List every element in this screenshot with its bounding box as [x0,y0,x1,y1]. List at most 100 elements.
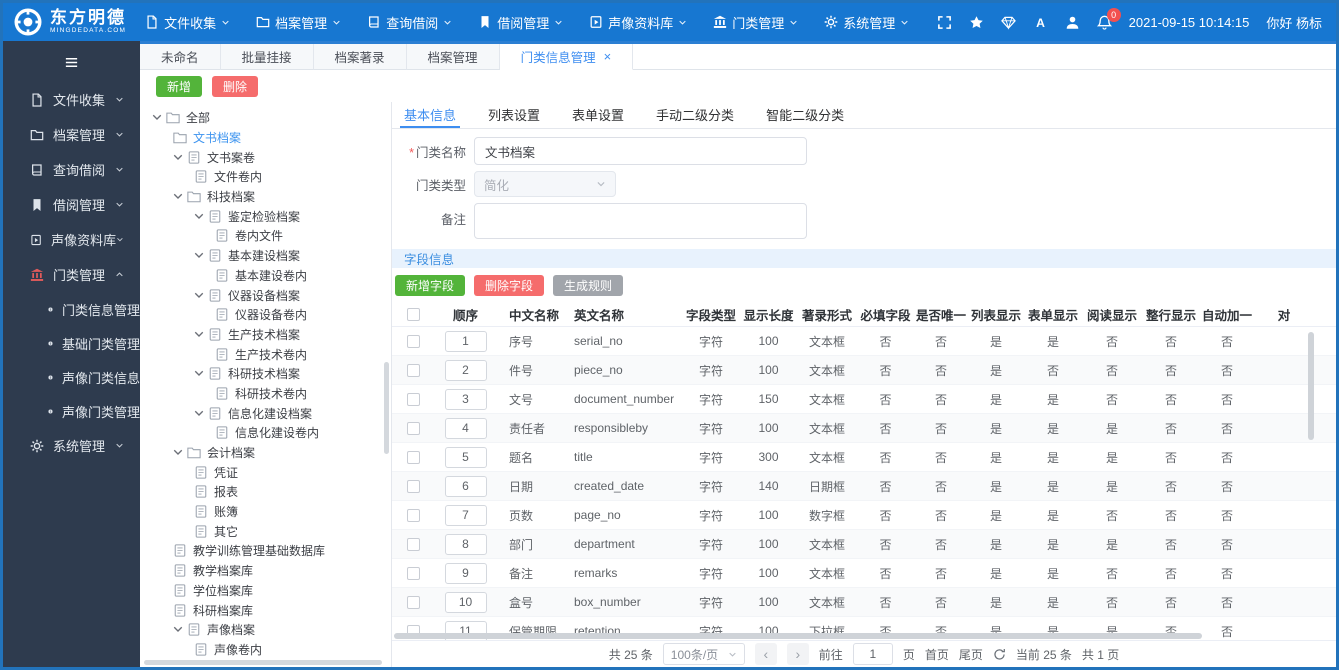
sidebar-subitem[interactable]: 声像门类信息 [3,360,140,394]
caret-down-icon[interactable] [171,192,185,201]
row-checkbox[interactable] [406,421,420,435]
tree-horizontal-scrollbar[interactable] [144,660,382,665]
detail-tab-基本信息[interactable]: 基本信息 [400,102,461,128]
notifications-button[interactable]: 0 [1096,7,1121,30]
sidebar-item[interactable]: 查询借阅 [3,152,140,187]
row-checkbox[interactable] [406,479,420,493]
table-row[interactable]: 9 备注 remarks 字符 100 文本框 否 否 是 是 否 否 否 [392,559,1336,588]
row-checkbox[interactable] [406,363,420,377]
tree-node[interactable]: 声像档案 [140,620,391,640]
tree-node[interactable]: 科研技术卷内 [140,384,391,404]
sidebar-item[interactable]: 文件收集 [3,82,140,117]
table-row[interactable]: 6 日期 created_date 字符 140 日期框 否 否 是 是 是 否 否 [392,472,1336,501]
select-all-checkbox[interactable] [406,307,420,321]
topnav-item-bank[interactable]: 门类管理 [700,3,811,41]
category-type-select[interactable]: 简化 [474,171,616,197]
prev-page-button[interactable]: ‹ [754,643,777,665]
order-input[interactable]: 1 [444,330,487,352]
close-icon[interactable]: × [604,49,612,64]
tree-node[interactable]: 生产技术卷内 [140,344,391,364]
row-checkbox[interactable] [406,334,420,348]
order-input[interactable]: 8 [444,533,487,555]
remark-textarea[interactable] [474,203,807,239]
sidebar-item[interactable]: 声像资料库 [3,222,140,257]
order-input[interactable]: 4 [444,417,487,439]
tree-node[interactable]: 科研技术档案 [140,364,391,384]
order-input[interactable]: 7 [444,504,487,526]
first-page-link[interactable]: 首页 [925,646,949,663]
row-checkbox[interactable] [406,392,420,406]
user-icon[interactable] [1065,15,1080,30]
tree-node[interactable]: 仪器设备卷内 [140,305,391,325]
table-row[interactable]: 2 件号 piece_no 字符 100 文本框 否 否 是 否 否 否 否 [392,356,1336,385]
generate-rule-button[interactable]: 生成规则 [553,275,624,296]
order-input[interactable]: 5 [444,446,487,468]
next-page-button[interactable]: › [786,643,809,665]
table-row[interactable]: 7 页数 page_no 字符 100 数字框 否 否 是 是 否 否 否 [392,501,1336,530]
tab-门类信息管理[interactable]: 门类信息管理 × [499,44,634,70]
tree-node[interactable]: 基本建设档案 [140,246,391,266]
add-button[interactable]: 新增 [156,75,203,97]
category-name-input[interactable] [474,137,807,165]
caret-down-icon[interactable] [192,369,206,378]
tree-node[interactable]: 其它 [140,521,391,541]
tree-node[interactable]: 全部 [140,108,391,128]
page-number-input[interactable] [852,643,893,665]
topnav-item-book[interactable]: 查询借阅 [354,3,465,41]
row-checkbox[interactable] [406,508,420,522]
caret-down-icon[interactable] [171,448,185,457]
sidebar-item[interactable]: 系统管理 [3,428,140,463]
last-page-link[interactable]: 尾页 [959,646,983,663]
favorite-icon[interactable] [969,15,984,30]
sidebar-subitem[interactable]: 声像门类管理 [3,394,140,428]
sidebar-item[interactable]: 档案管理 [3,117,140,152]
caret-down-icon[interactable] [192,330,206,339]
detail-tab-表单设置[interactable]: 表单设置 [568,102,628,128]
tree-node[interactable]: 生产技术档案 [140,325,391,345]
tree-node[interactable]: 声像卷内 [140,640,391,660]
caret-down-icon[interactable] [171,625,185,634]
tab-档案管理[interactable]: 档案管理 [406,44,500,70]
detail-tab-智能二级分类[interactable]: 智能二级分类 [762,102,848,128]
caret-down-icon[interactable] [192,212,206,221]
theme-icon[interactable] [1000,15,1016,30]
user-greeting[interactable]: 你好 杨标 [1266,13,1322,32]
topnav-item-media[interactable]: 声像资料库 [576,3,700,41]
tab-批量挂接[interactable]: 批量挂接 [220,44,314,70]
caret-down-icon[interactable] [150,113,164,122]
topnav-item-bookmark[interactable]: 借阅管理 [465,3,576,41]
table-row[interactable]: 4 责任者 responsibleby 字符 100 文本框 否 否 是 是 是 否 否 [392,414,1336,443]
row-checkbox[interactable] [406,595,420,609]
order-input[interactable]: 2 [444,359,487,381]
sidebar-subitem[interactable]: 基础门类管理 [3,326,140,360]
refresh-icon[interactable] [993,648,1006,661]
tree-node[interactable]: 卷内文件 [140,226,391,246]
tree-node[interactable]: 仪器设备档案 [140,285,391,305]
order-input[interactable]: 10 [444,591,487,613]
caret-down-icon[interactable] [192,251,206,260]
table-horizontal-scrollbar[interactable] [394,633,1202,639]
topnav-item-folder[interactable]: 档案管理 [243,3,354,41]
caret-down-icon[interactable] [171,153,185,162]
page-size-select[interactable]: 100条/页 [662,643,745,665]
tree-node[interactable]: 账簿 [140,502,391,522]
tree-node[interactable]: 凭证 [140,462,391,482]
delete-button[interactable]: 删除 [212,75,259,97]
row-checkbox[interactable] [406,537,420,551]
table-row[interactable]: 5 题名 title 字符 300 文本框 否 否 是 是 是 否 否 [392,443,1336,472]
tree-node[interactable]: 文书档案 [140,128,391,148]
tree-node[interactable]: 学位档案库 [140,581,391,601]
tree-node[interactable]: 教学档案库 [140,561,391,581]
sidebar-item[interactable]: 借阅管理 [3,187,140,222]
topnav-item-doc[interactable]: 文件收集 [132,3,243,41]
caret-down-icon[interactable] [192,291,206,300]
table-vertical-scrollbar[interactable] [1308,332,1314,440]
tab-档案著录[interactable]: 档案著录 [313,44,407,70]
detail-tab-列表设置[interactable]: 列表设置 [484,102,544,128]
tree-node[interactable]: 信息化建设档案 [140,403,391,423]
order-input[interactable]: 9 [444,562,487,584]
tree-node[interactable]: 教学训练管理基础数据库 [140,541,391,561]
tree-vertical-scrollbar[interactable] [384,362,389,454]
delete-field-button[interactable]: 删除字段 [474,275,545,296]
table-row[interactable]: 8 部门 department 字符 100 文本框 否 否 是 是 是 否 否 [392,530,1336,559]
